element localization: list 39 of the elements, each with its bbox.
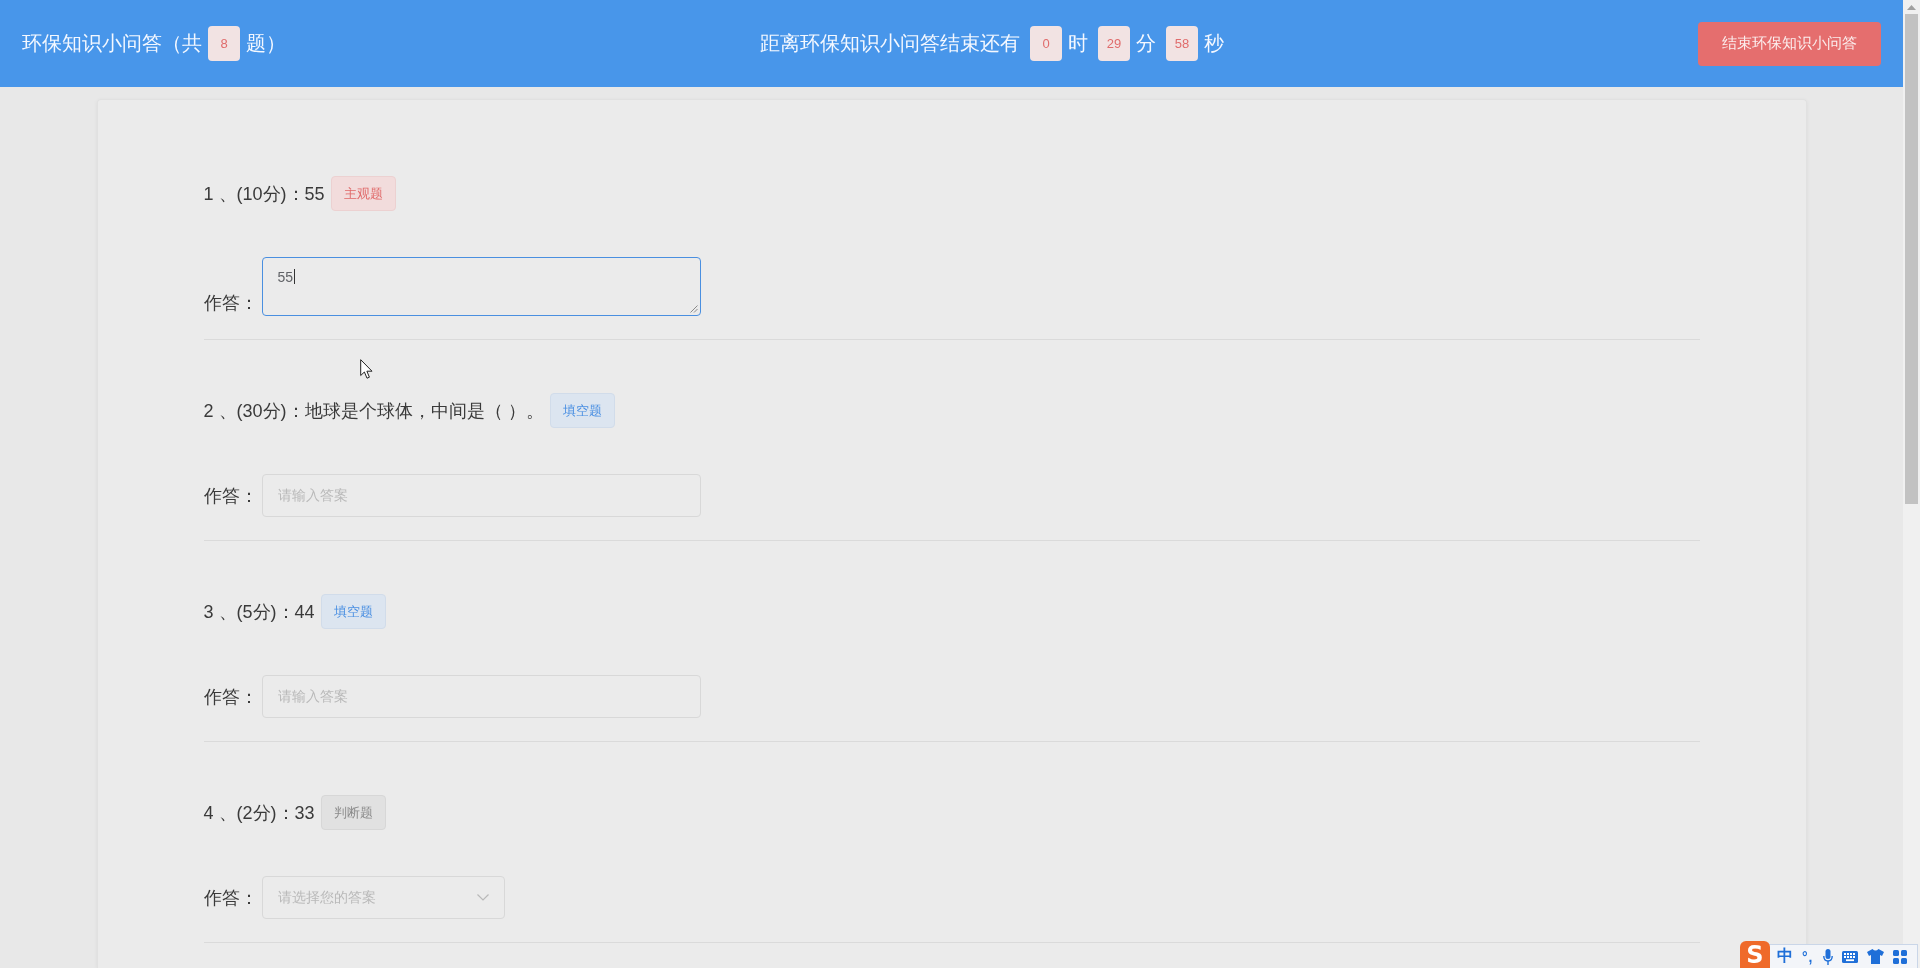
answer-textarea[interactable]: 55	[261, 257, 701, 316]
chevron-down-icon	[476, 894, 489, 901]
countdown-unit: 时	[1068, 31, 1088, 56]
microphone-icon	[1822, 948, 1833, 965]
mouse-pointer-icon	[360, 359, 373, 379]
question-title: 3 、(5分)：44	[203, 600, 315, 624]
ime-mode-button[interactable]: 中	[1777, 946, 1793, 967]
scrollbar-track[interactable]	[1903, 0, 1920, 968]
countdown-unit: 分	[1136, 31, 1156, 56]
text-caret-icon	[294, 269, 296, 284]
countdown-value: 0	[1030, 26, 1062, 61]
count-text: 题）	[246, 31, 286, 56]
question-title: 1 、(10分)：55	[203, 182, 325, 206]
keyboard-icon	[1841, 950, 1858, 963]
answer-label: 作答：	[203, 292, 259, 315]
countdown-label: 距离环保知识小问答结束还有	[760, 31, 1020, 56]
grid-icon	[1892, 949, 1907, 964]
count-text: （共	[162, 31, 202, 56]
countdown-unit: 秒	[1204, 31, 1224, 56]
quiz-title: 环保知识小问答	[22, 31, 162, 56]
question-type-tag: 填空题	[320, 594, 386, 629]
answer-label: 作答：	[203, 686, 259, 709]
question-title: 2 、(30分)：地球是个球体，中间是（ ）。	[203, 399, 544, 423]
question-type-tag: 填空题	[549, 393, 615, 428]
question-type-tag: 主观题	[330, 176, 396, 211]
punctuation-mode-button[interactable]: °,	[1802, 948, 1814, 965]
end-quiz-button[interactable]: 结束环保知识小问答	[1698, 21, 1881, 66]
scrollbar-thumb[interactable]	[1905, 14, 1918, 504]
answer-label: 作答：	[203, 887, 259, 910]
question-type-tag: 判断题	[320, 795, 386, 830]
countdown-value: 58	[1166, 26, 1198, 61]
scroll-up-arrow-icon	[1907, 5, 1916, 10]
ime-logo[interactable]: S	[1740, 941, 1770, 968]
countdown-value: 29	[1098, 26, 1130, 61]
shirt-icon	[1866, 949, 1884, 964]
question-count-badge: 8	[208, 26, 240, 61]
answer-label: 作答：	[203, 485, 259, 508]
resize-handle-icon	[688, 304, 698, 313]
question-title: 4 、(2分)：33	[203, 801, 315, 825]
